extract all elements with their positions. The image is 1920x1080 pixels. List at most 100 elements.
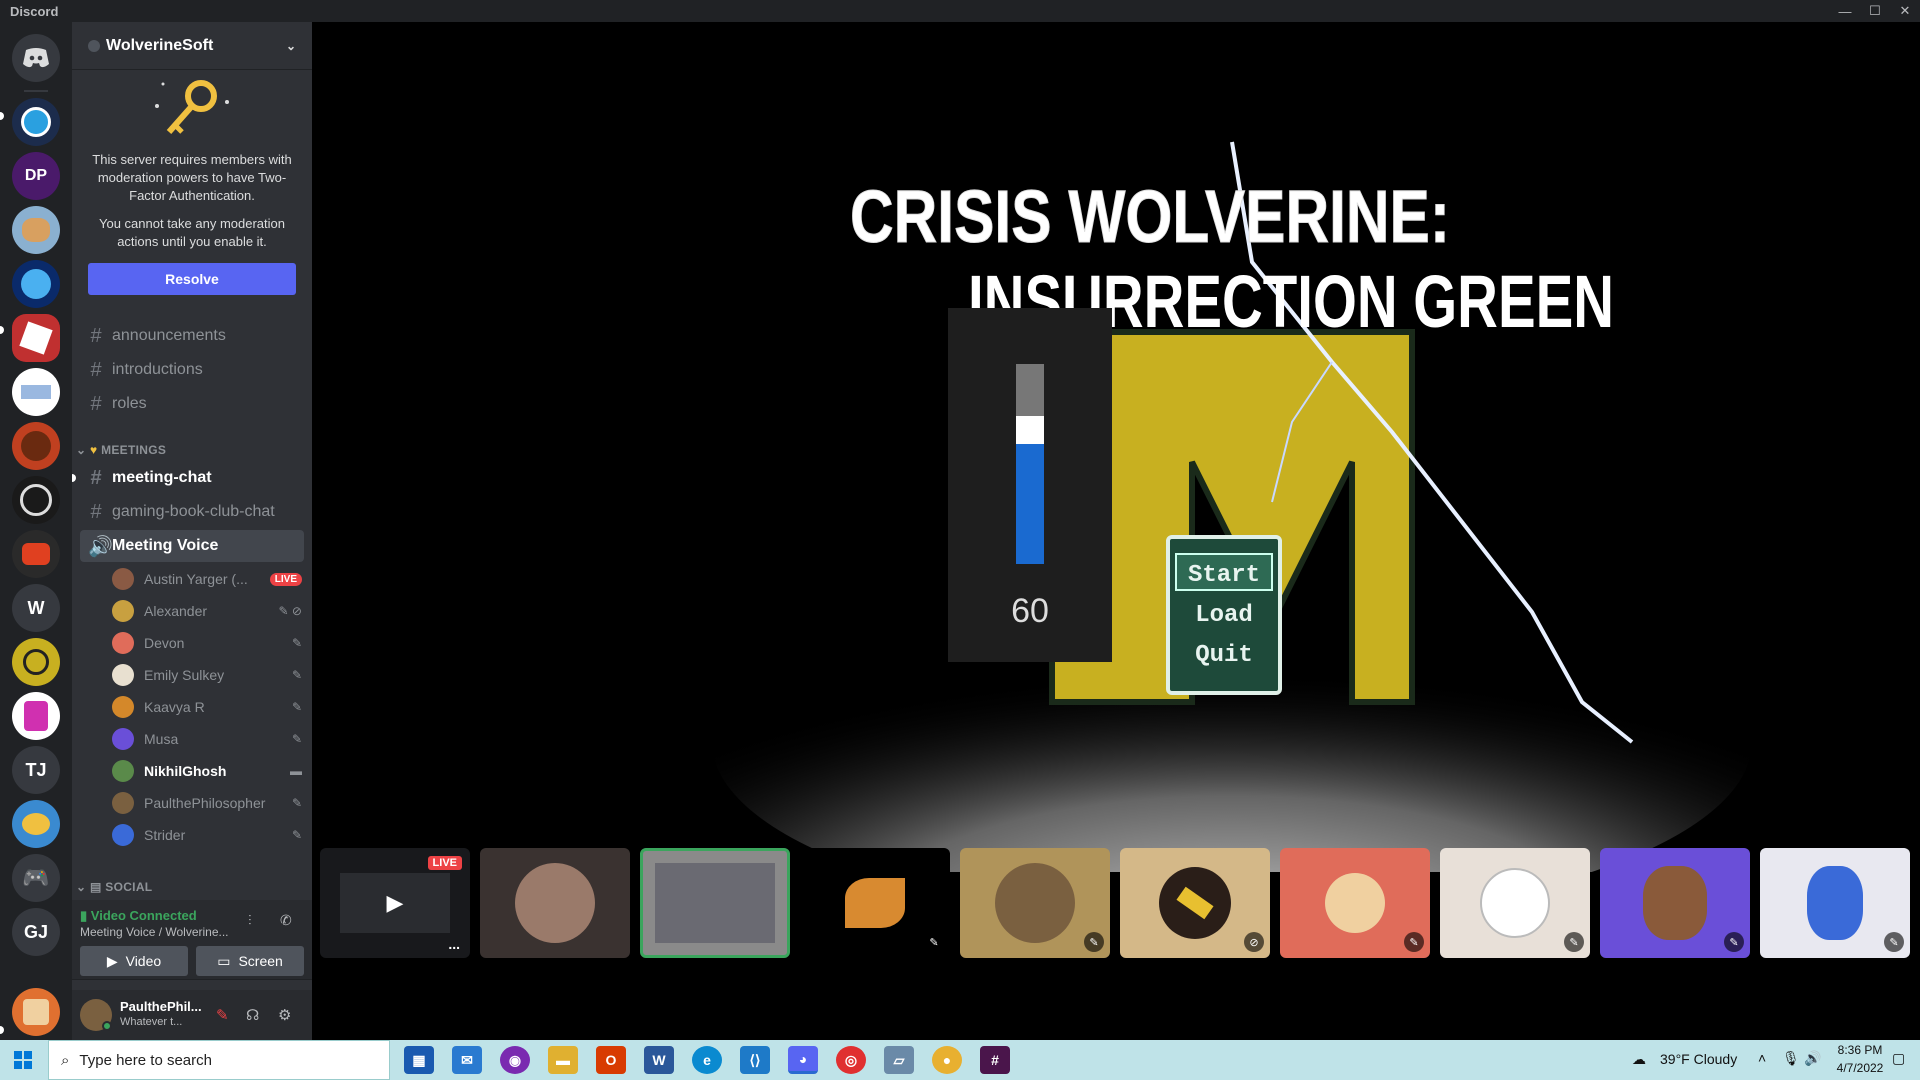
participant-tile[interactable]: ✎ [960, 848, 1110, 958]
participant-tile[interactable]: ✎ [1600, 848, 1750, 958]
voice-user[interactable]: PaulthePhilosopher ✎ [112, 790, 302, 816]
screen-share-stream[interactable]: CRISIS WOLVERINE: INSURRECTION GREEN 60 … [632, 102, 1920, 872]
edge-icon[interactable]: e [692, 1046, 722, 1074]
participant-tile[interactable]: ✎ [1760, 848, 1910, 958]
app-icon[interactable]: ◎ [836, 1046, 866, 1074]
video-button[interactable]: ▶ Video [80, 946, 188, 976]
server-icon[interactable] [12, 314, 60, 362]
server-header[interactable]: WolverineSoft ⌄ [72, 22, 312, 70]
discord-home-icon[interactable] [12, 34, 60, 82]
voice-user[interactable]: Strider ✎ [112, 822, 302, 848]
menu-start[interactable]: Start [1188, 562, 1260, 589]
voice-user[interactable]: NikhilGhosh ▬ [112, 758, 302, 784]
slack-icon[interactable]: # [980, 1046, 1010, 1074]
more-options-icon[interactable]: ... [448, 936, 460, 952]
key-icon [155, 80, 229, 134]
category-meetings[interactable]: ⌄ ♥ MEETINGS [76, 443, 166, 457]
participant-tile[interactable]: ✎ [1280, 848, 1430, 958]
hash-icon: # [90, 466, 102, 489]
microphone-icon[interactable]: 🎙 [1782, 1050, 1800, 1067]
server-icon-w[interactable]: W [12, 584, 60, 632]
clock-time[interactable]: 8:36 PM [1832, 1043, 1888, 1057]
server-icon[interactable] [12, 476, 60, 524]
participant-tile[interactable]: ⊘ [1120, 848, 1270, 958]
server-icon[interactable] [12, 530, 60, 578]
weather-icon[interactable]: ☁ [1632, 1051, 1646, 1068]
clock-date[interactable]: 4/7/2022 [1832, 1061, 1888, 1075]
channel-announcements[interactable]: # announcements [80, 320, 304, 352]
server-icon[interactable] [12, 692, 60, 740]
divider [24, 90, 48, 92]
mute-icon: ✎ [291, 796, 302, 810]
voice-channel-meeting-voice[interactable]: 🔊 Meeting Voice [80, 530, 304, 562]
avatar [1643, 866, 1707, 940]
unread-pill [0, 326, 4, 334]
volume-icon[interactable]: 🔊 [1804, 1050, 1821, 1067]
server-icon[interactable] [12, 422, 60, 470]
app-icon[interactable]: ▱ [884, 1046, 914, 1074]
server-name: WolverineSoft [106, 36, 214, 54]
voice-user[interactable]: Emily Sulkey ✎ [112, 662, 302, 688]
server-icon[interactable] [12, 206, 60, 254]
participant-tile-camera[interactable] [640, 848, 790, 958]
server-icon-tj[interactable]: TJ [12, 746, 60, 794]
chat-icon: ▤ [90, 880, 102, 894]
server-icon[interactable] [12, 98, 60, 146]
menu-load[interactable]: Load [1195, 602, 1253, 629]
discord-taskbar-icon[interactable]: ◕ [788, 1046, 818, 1074]
noise-suppression-icon[interactable]: ⫶ [248, 912, 252, 929]
server-icon[interactable] [12, 638, 60, 686]
server-icon-gj[interactable]: GJ [12, 908, 60, 956]
headphones-icon[interactable]: ☊ [246, 1006, 259, 1024]
channel-meeting-chat[interactable]: # meeting-chat [80, 462, 304, 494]
menu-quit[interactable]: Quit [1195, 642, 1253, 669]
mute-microphone-icon[interactable]: ✎ [216, 1006, 229, 1024]
participant-tile[interactable]: ✎ [800, 848, 950, 958]
windows-start-icon[interactable] [14, 1051, 32, 1069]
disconnect-icon[interactable]: ✆ [280, 912, 292, 929]
muted-icon: ✎ [1564, 932, 1584, 952]
participant-tile-stream[interactable]: ▶ LIVE ... [320, 848, 470, 958]
screen-share-button[interactable]: ▭ Screen [196, 946, 304, 976]
vscode-icon[interactable]: ⟨⟩ [740, 1046, 770, 1074]
file-explorer-icon[interactable]: ▬ [548, 1046, 578, 1074]
mute-deafen-icon: ✎ ⊘ [278, 604, 302, 618]
stream-preview: ▶ [340, 873, 450, 933]
channel-roles[interactable]: # roles [80, 388, 304, 420]
server-icon[interactable] [12, 368, 60, 416]
settings-gear-icon[interactable]: ⚙ [278, 1006, 291, 1024]
taskbar-search-box[interactable]: ⌕ Type here to search [48, 1040, 390, 1080]
close-icon[interactable]: ✕ [1890, 0, 1920, 22]
minimize-icon[interactable]: — [1830, 0, 1860, 22]
server-icon[interactable] [12, 800, 60, 848]
participant-tile[interactable] [480, 848, 630, 958]
app-icon[interactable]: ◉ [500, 1046, 530, 1074]
voice-user[interactable]: Devon ✎ [112, 630, 302, 656]
office-icon[interactable]: O [596, 1046, 626, 1074]
participant-tile[interactable]: ✎ [1440, 848, 1590, 958]
voice-user[interactable]: Musa ✎ [112, 726, 302, 752]
username[interactable]: PaulthePhil... [120, 999, 202, 1014]
weather-text[interactable]: 39°F Cloudy [1660, 1051, 1737, 1067]
screen-icon: ▭ [217, 952, 231, 969]
word-icon[interactable]: W [644, 1046, 674, 1074]
maximize-icon[interactable]: ☐ [1860, 0, 1890, 22]
gamepad-icon[interactable]: 🎮 [12, 854, 60, 902]
voice-user[interactable]: Austin Yarger (... LIVE [112, 566, 302, 592]
server-icon[interactable] [12, 260, 60, 308]
server-icon-dp[interactable]: DP [12, 152, 60, 200]
server-icon[interactable] [12, 988, 60, 1036]
voice-user[interactable]: Alexander ✎ ⊘ [112, 598, 302, 624]
channel-introductions[interactable]: # introductions [80, 354, 304, 386]
voice-channel-path[interactable]: Meeting Voice / Wolverine... [80, 925, 229, 939]
channel-gaming-book-club-chat[interactable]: # gaming-book-club-chat [80, 496, 304, 528]
chevron-down-icon[interactable]: ⌄ [286, 39, 296, 53]
resolve-button[interactable]: Resolve [88, 263, 296, 295]
category-social[interactable]: ⌄ ▤ SOCIAL [76, 880, 152, 894]
notifications-icon[interactable]: ▢ [1892, 1050, 1905, 1067]
mail-icon[interactable]: ✉ [452, 1046, 482, 1074]
chrome-icon[interactable]: ● [932, 1046, 962, 1074]
store-icon[interactable]: ▦ [404, 1046, 434, 1074]
voice-user[interactable]: Kaavya R ✎ [112, 694, 302, 720]
chevron-up-icon[interactable]: ˄ [1758, 1050, 1766, 1066]
